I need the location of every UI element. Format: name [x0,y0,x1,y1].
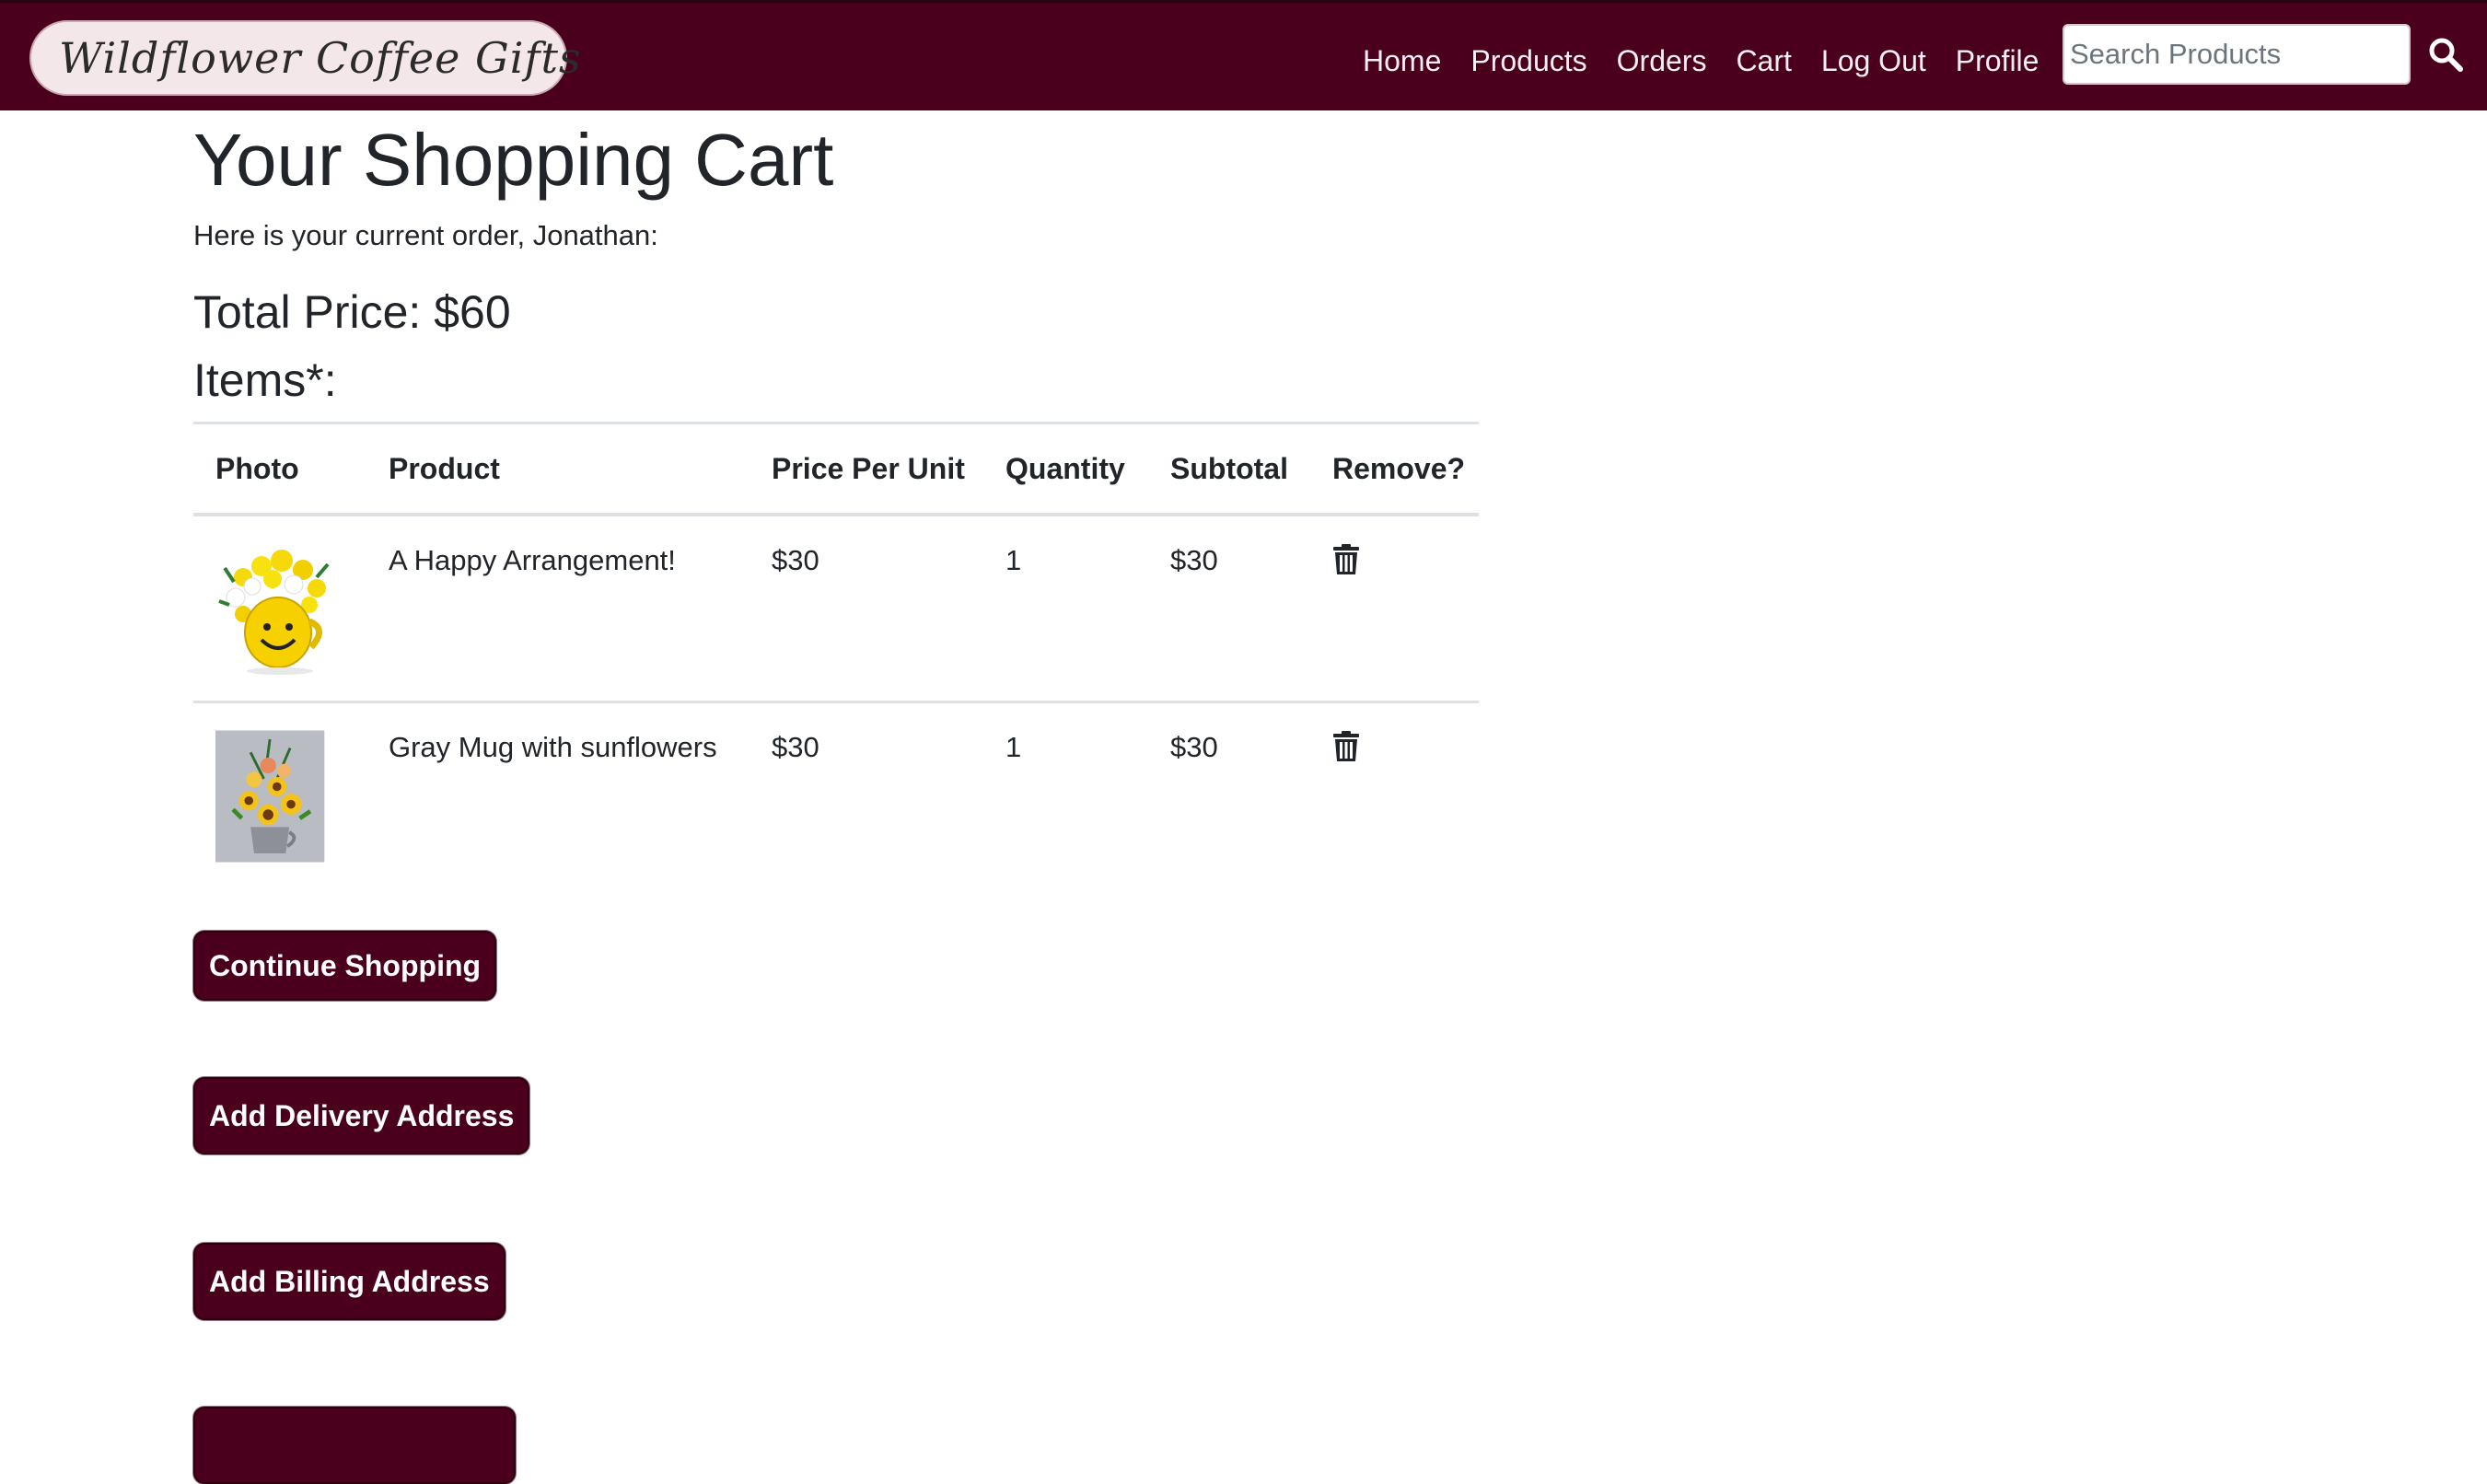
nav-links: Home Products Orders Cart Log Out Profil… [1363,38,2068,84]
nav-products[interactable]: Products [1470,38,1586,84]
photo-cell [193,515,366,703]
brand-logo[interactable]: Wildflower Coffee Gifts [29,20,581,96]
header-remove: Remove? [1310,423,1479,516]
page-title: Your Shopping Cart [193,119,834,201]
remove-cell [1310,515,1479,703]
quantity: 1 [1005,731,1022,763]
trash-icon[interactable] [1332,731,1360,762]
nav-orders[interactable]: Orders [1617,38,1707,84]
top-navbar: Wildflower Coffee Gifts Home Products Or… [0,0,2487,110]
remove-cell [1310,702,1479,888]
header-price: Price Per Unit [750,423,983,516]
nav-cart[interactable]: Cart [1736,38,1791,84]
price-per-unit: $30 [772,731,819,763]
header-photo: Photo [193,423,366,516]
product-name: Gray Mug with sunflowers [389,731,717,763]
total-price: Total Price: $60 [193,286,511,338]
subtotal: $30 [1170,731,1218,763]
product-name: A Happy Arrangement! [366,515,750,703]
add-delivery-address-button[interactable]: Add Delivery Address [193,1077,530,1154]
price-per-unit: $30 [750,515,983,703]
photo-cell [193,702,366,888]
quantity: 1 [983,515,1148,703]
gray-mug-sunflowers-image[interactable] [215,727,330,865]
table-row: Gray Mug with sunflowers $30 1 $30 [193,702,1479,888]
nav-profile[interactable]: Profile [1956,38,2040,84]
cart-table: Photo Product Price Per Unit Quantity Su… [193,422,1479,887]
header-product: Product [366,423,750,516]
header-quantity: Quantity [983,423,1148,516]
search-icon[interactable] [2427,36,2464,73]
partially-visible-button[interactable] [193,1407,516,1484]
continue-shopping-button[interactable]: Continue Shopping [193,931,497,1001]
search-input[interactable] [2063,24,2411,85]
smiley-mug-flowers-image[interactable] [215,540,335,678]
nav-home[interactable]: Home [1363,38,1441,84]
trash-icon[interactable] [1332,544,1360,575]
table-header-row: Photo Product Price Per Unit Quantity Su… [193,423,1479,516]
subtotal: $30 [1148,515,1310,703]
items-heading: Items*: [193,354,337,406]
nav-log-out[interactable]: Log Out [1821,38,1926,84]
add-billing-address-button[interactable]: Add Billing Address [193,1243,506,1320]
table-row: A Happy Arrangement! $30 1 $30 [193,515,1479,703]
intro-text: Here is your current order, Jonathan: [193,219,658,251]
brand-name: Wildflower Coffee Gifts [59,33,582,83]
header-subtotal: Subtotal [1148,423,1310,516]
